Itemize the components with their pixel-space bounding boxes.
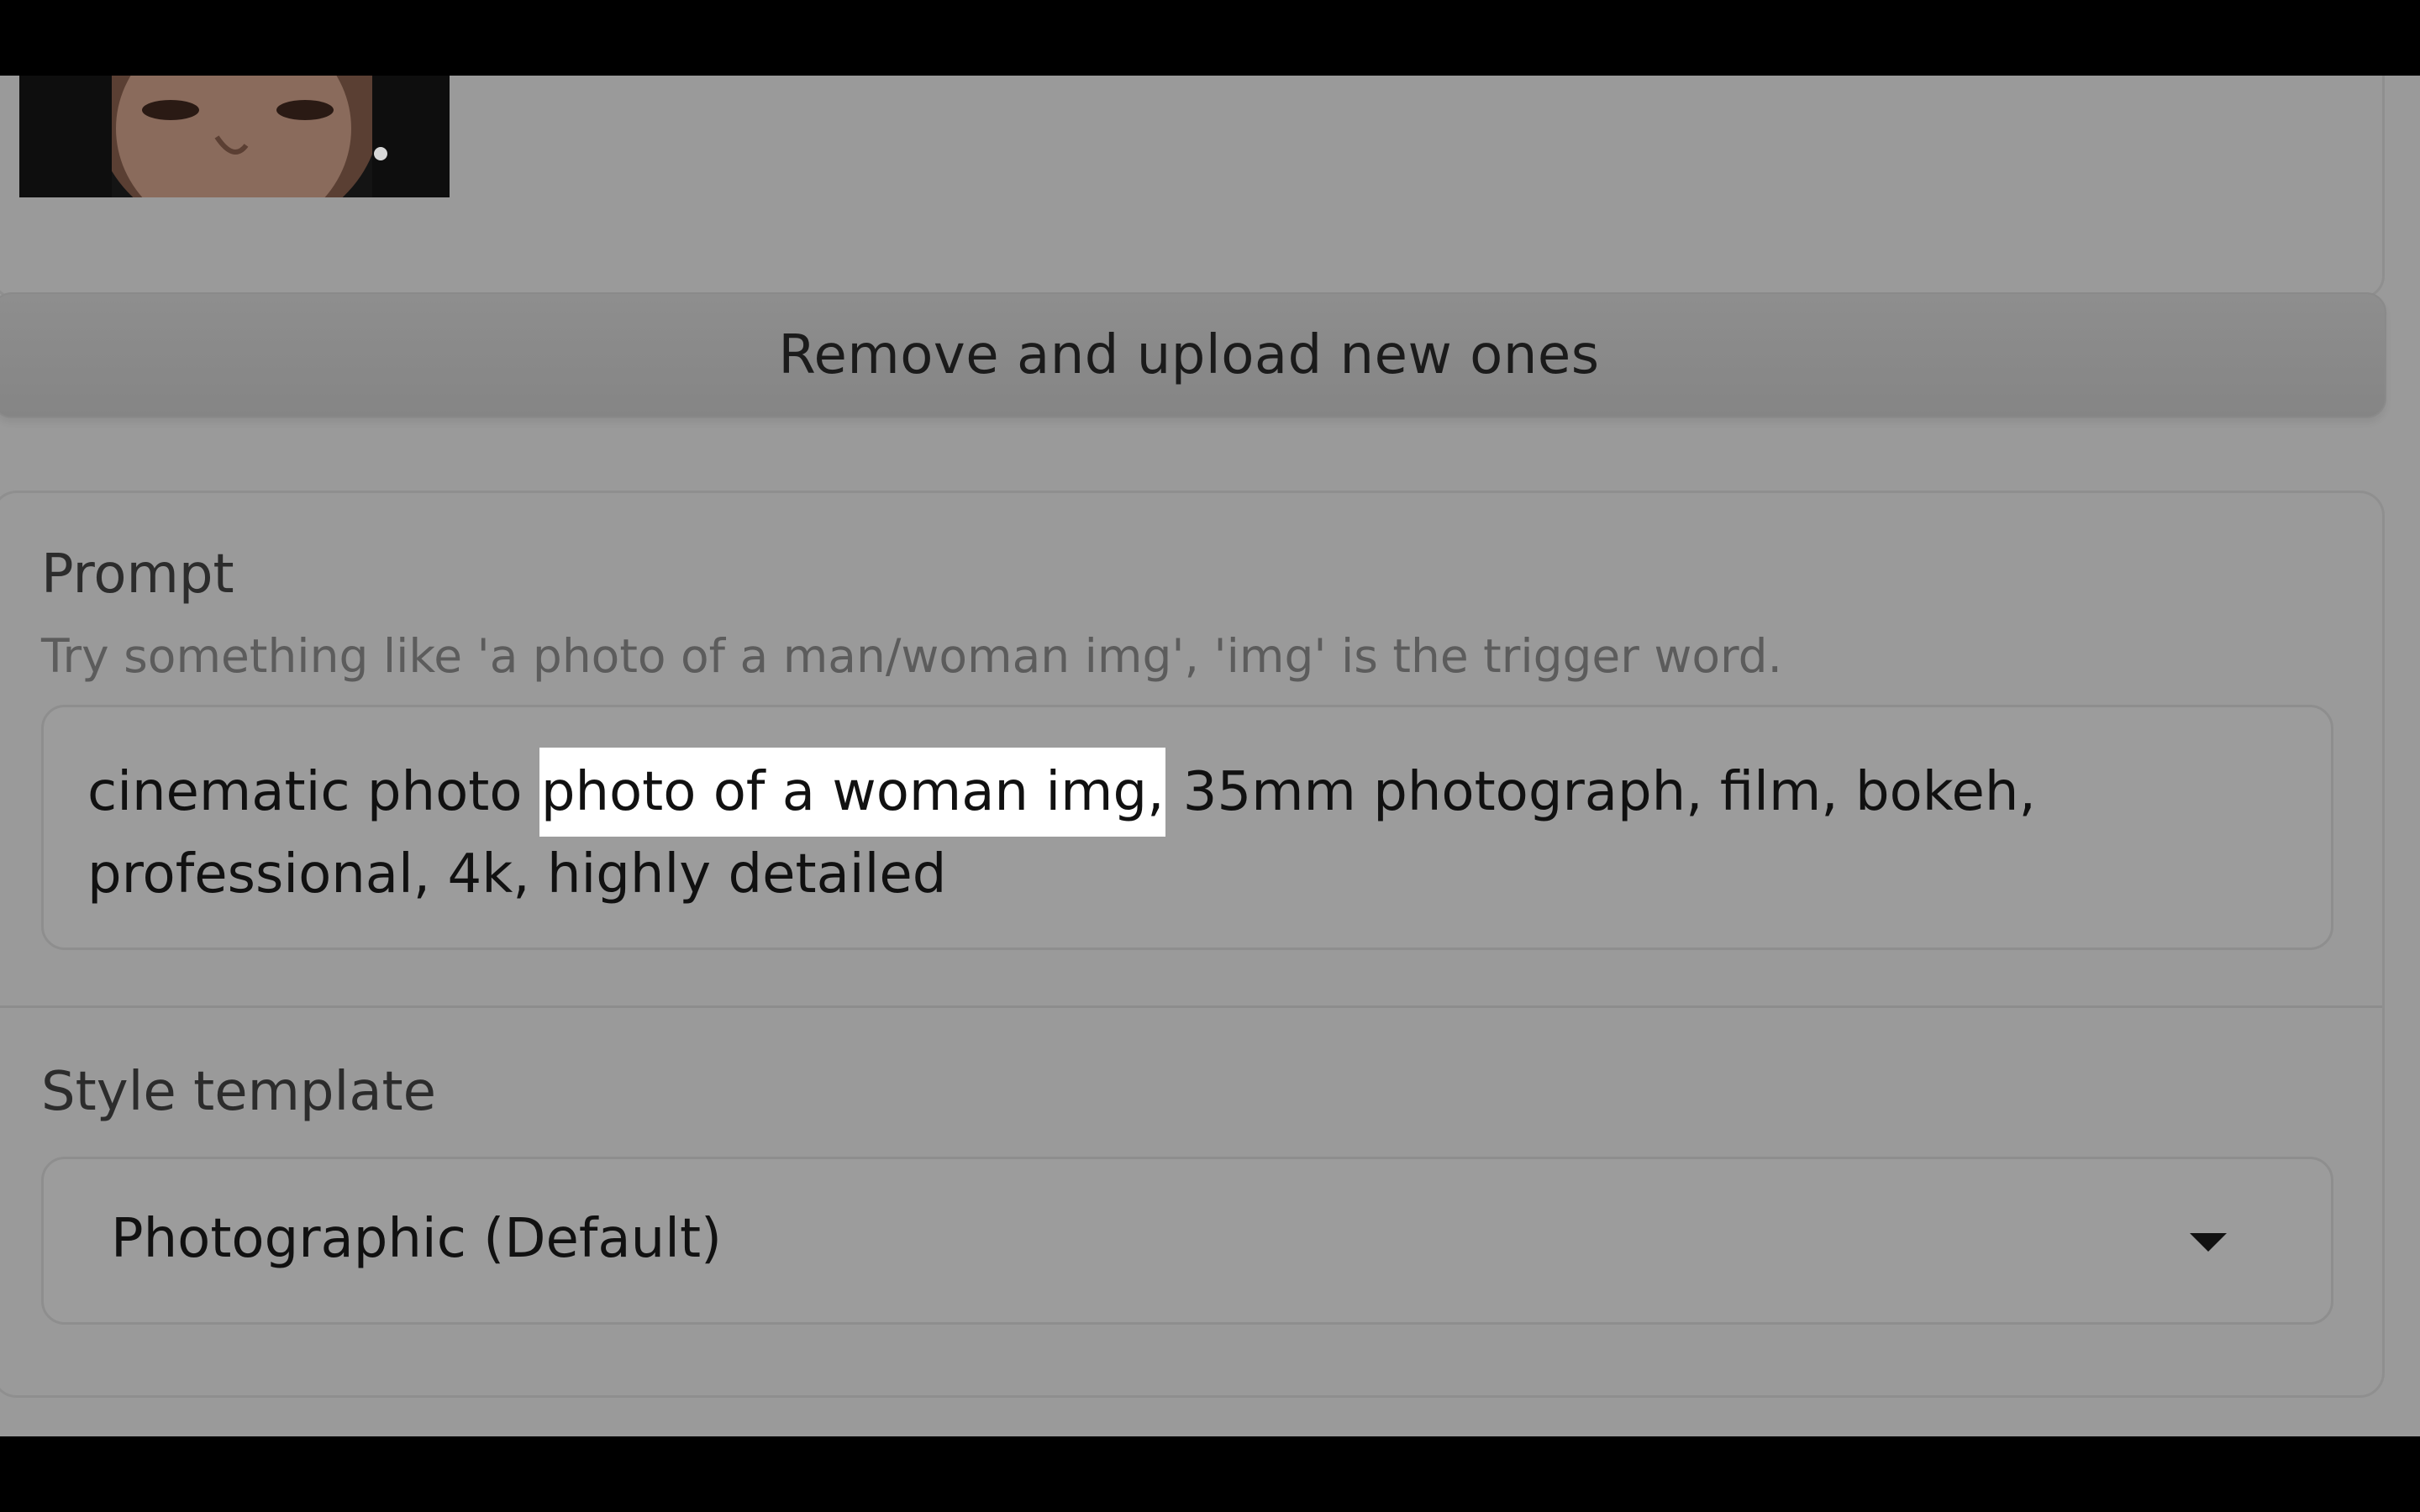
remove-and-upload-label: Remove and upload new ones <box>778 324 1600 386</box>
style-template-dropdown[interactable]: Photographic (Default) <box>41 1157 2333 1325</box>
prompt-hint: Try something like 'a photo of a man/wom… <box>41 629 1783 683</box>
prompt-text-before: cinematic photo <box>87 761 539 823</box>
chevron-down-icon[interactable] <box>2190 1233 2227 1252</box>
settings-panel: Prompt Try something like 'a photo of a … <box>0 491 2385 1398</box>
prompt-textarea[interactable]: cinematic photo photo of a woman img, 35… <box>41 705 2333 950</box>
style-template-value: Photographic (Default) <box>111 1208 722 1270</box>
screenshot-frame: Remove and upload new ones Prompt Try so… <box>0 0 2420 1512</box>
prompt-text-selection: photo of a woman img, <box>539 748 1166 837</box>
uploaded-images-panel <box>0 76 2385 299</box>
style-template-label: Style template <box>41 1061 436 1123</box>
prompt-label: Prompt <box>41 543 234 606</box>
app-viewport: Remove and upload new ones Prompt Try so… <box>0 76 2420 1436</box>
section-divider <box>0 1005 2382 1008</box>
remove-and-upload-button[interactable]: Remove and upload new ones <box>0 292 2386 418</box>
uploaded-image-thumbnail[interactable] <box>19 76 450 197</box>
